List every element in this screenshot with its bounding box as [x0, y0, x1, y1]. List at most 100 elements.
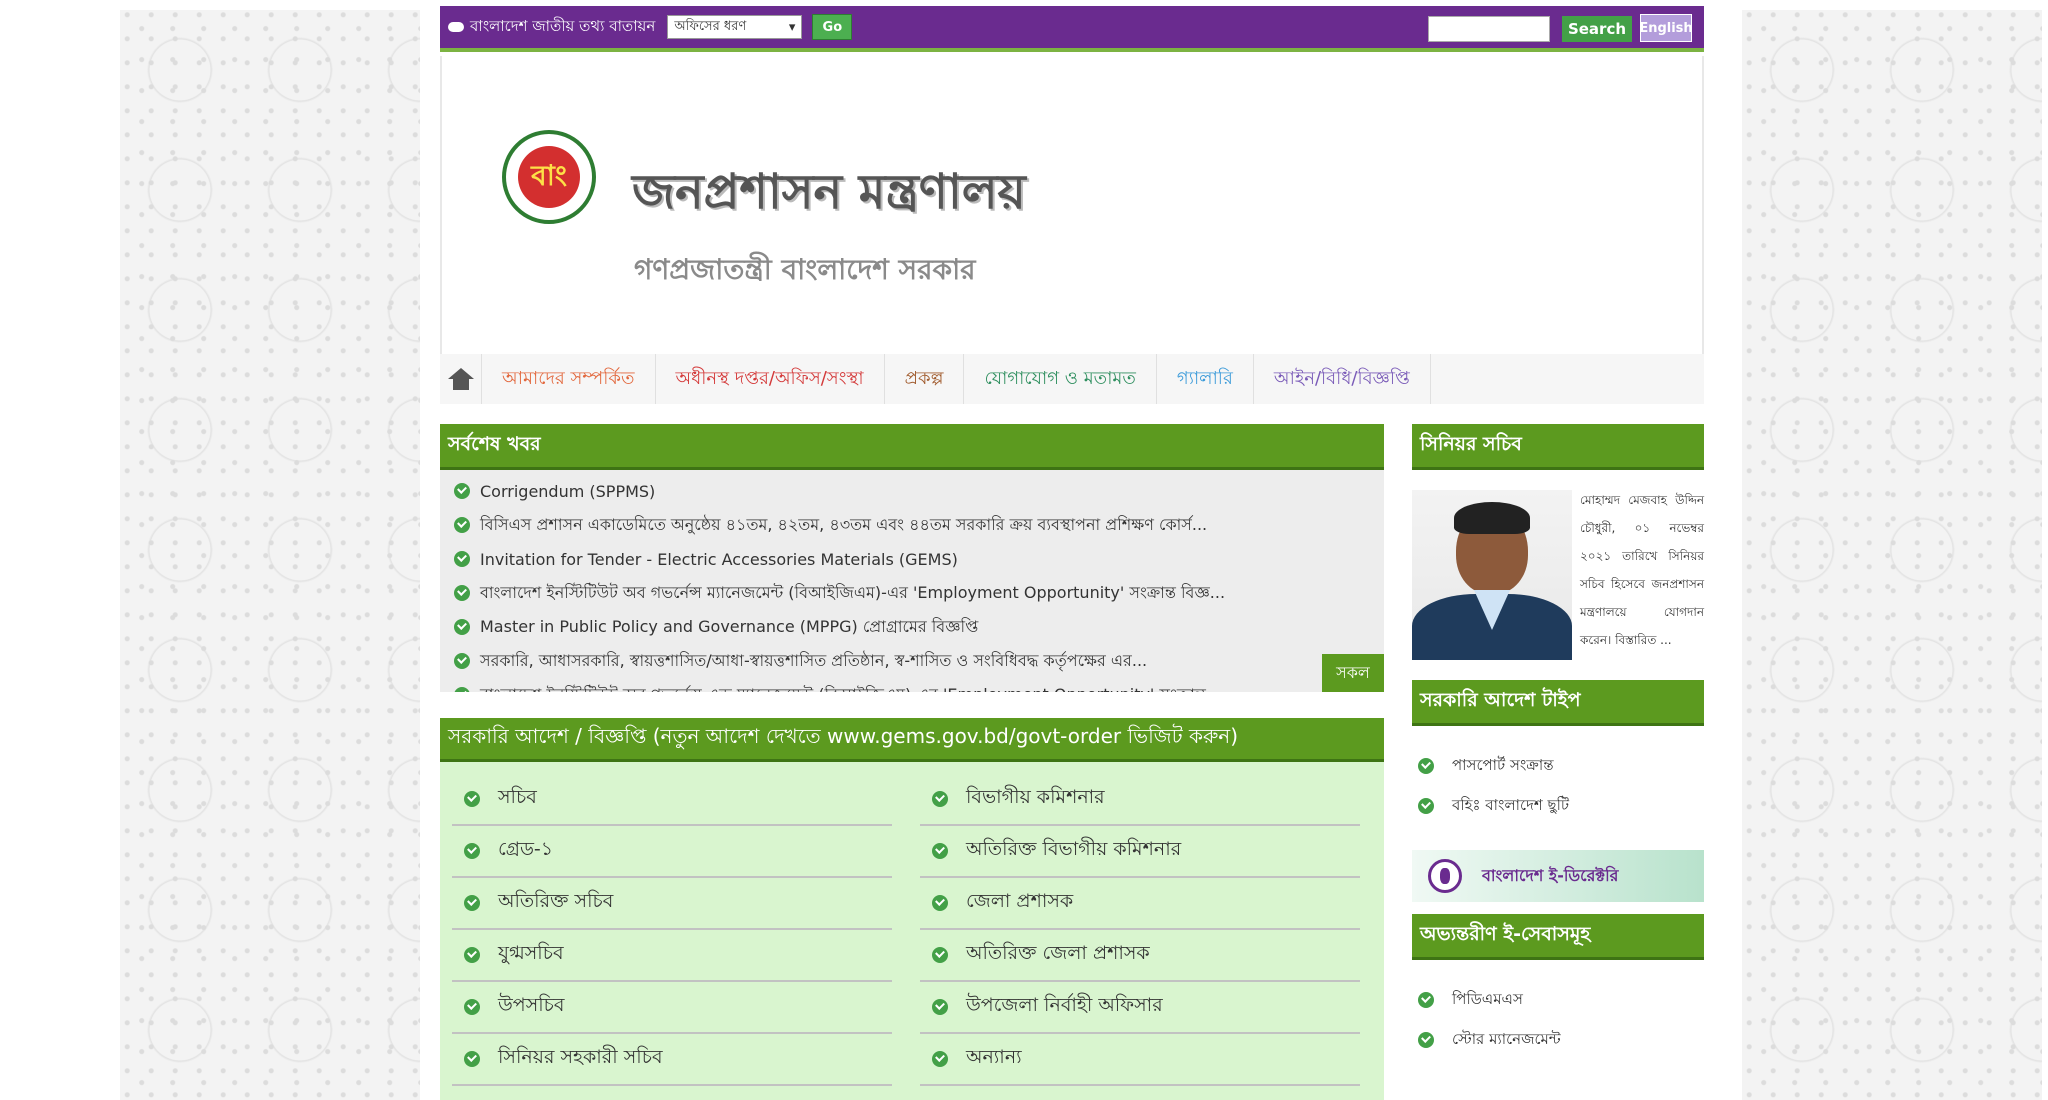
portal-label: বাংলাদেশ জাতীয় তথ্য বাতায়ন [470, 16, 656, 35]
check-circle-icon [464, 791, 480, 807]
background-pattern-left [120, 10, 420, 1100]
news-item[interactable]: Master in Public Policy and Governance (… [454, 610, 1370, 644]
check-circle-icon [454, 483, 470, 499]
link-item-label: স্টোর ম্যানেজমেন্ট [1452, 1029, 1561, 1048]
news-item[interactable]: সরকারি, আধাসরকারি, স্বায়ত্তশাসিত/আধা-স্… [454, 644, 1370, 678]
nav-item-projects[interactable]: প্রকল্প [885, 354, 965, 404]
news-item-text: Master in Public Policy and Governance (… [480, 616, 979, 636]
link-item-ex-bangladesh-leave[interactable]: বহিঃ বাংলাদেশ ছুটি [1418, 786, 1698, 826]
check-circle-icon [1418, 992, 1434, 1008]
news-item-text: Invitation for Tender - Electric Accesso… [480, 549, 958, 569]
government-orders-panel: সরকারি আদেশ / বিজ্ঞপ্তি (নতুন আদেশ দেখতে… [440, 718, 1384, 1100]
check-circle-icon [454, 585, 470, 601]
site-header: বাং জনপ্রশাসন মন্ত্রণালয় গণপ্রজাতন্ত্রী… [440, 56, 1704, 354]
main-nav: আমাদের সম্পর্কিত অধীনস্থ দপ্তর/অফিস/সংস্… [440, 354, 1704, 404]
check-circle-icon [932, 843, 948, 859]
background-pattern-right [1742, 10, 2042, 1100]
check-circle-icon [454, 551, 470, 567]
link-item-label: বহিঃ বাংলাদেশ ছুটি [1452, 795, 1570, 814]
order-item-label: অন্যান্য [966, 1046, 1022, 1068]
latest-news-title: সর্বশেষ খবর [440, 424, 1384, 470]
e-directory-banner[interactable]: বাংলাদেশ ই-ডিরেক্টরি [1412, 850, 1704, 902]
nav-item-gallery[interactable]: গ্যালারি [1157, 354, 1254, 404]
news-item[interactable]: বাংলাদেশ ইনস্টিটিউট অব গভর্নেন্স এন্ড ম্… [454, 678, 1370, 692]
senior-secretary-title: সিনিয়র সচিব [1412, 424, 1704, 470]
order-item-additional-divisional-commissioner[interactable]: অতিরিক্ত বিভাগীয় কমিশনার [920, 826, 1360, 878]
news-item[interactable]: বাংলাদেশ ইনস্টিটিউট অব গভর্নেন্স ম্যানেজ… [454, 576, 1370, 610]
english-language-button[interactable]: English [1639, 14, 1693, 42]
government-emblem[interactable]: বাং [502, 130, 596, 224]
internal-eservices-list: পিডিএমএস স্টোর ম্যানেজমেন্ট [1412, 960, 1704, 1070]
nav-item-offices[interactable]: অধীনস্থ দপ্তর/অফিস/সংস্থা [656, 354, 885, 404]
portal-link[interactable]: বাংলাদেশ জাতীয় তথ্য বাতায়ন [448, 15, 655, 40]
government-orders-grid: সচিব গ্রেড-১ অতিরিক্ত সচিব যুগ্মসচিব উপস… [440, 762, 1384, 1100]
orders-column-left: সচিব গ্রেড-১ অতিরিক্ত সচিব যুগ্মসচিব উপস… [452, 774, 904, 1088]
nav-item-laws[interactable]: আইন/বিধি/বিজ্ঞপ্তি [1254, 354, 1431, 404]
check-circle-icon [454, 517, 470, 533]
check-circle-icon [932, 1051, 948, 1067]
check-circle-icon [464, 1051, 480, 1067]
order-item-additional-secretary[interactable]: অতিরিক্ত সচিব [452, 878, 892, 930]
order-item-label: অতিরিক্ত সচিব [498, 890, 614, 912]
government-orders-title[interactable]: সরকারি আদেশ / বিজ্ঞপ্তি (নতুন আদেশ দেখতে… [440, 718, 1384, 762]
link-item-passport[interactable]: পাসপোর্ট সংক্রান্ত [1418, 746, 1698, 786]
secretary-bio[interactable]: মোহাম্মদ মেজবাহ উদ্দিন চৌধুরী, ০১ নভেম্ব… [1572, 480, 1704, 670]
order-item-others[interactable]: অন্যান্য [920, 1034, 1360, 1086]
news-item-text: Corrigendum (SPPMS) [480, 481, 656, 501]
latest-news-list[interactable]: Corrigendum (SPPMS) বিসিএস প্রশাসন একাডে… [440, 470, 1384, 692]
internal-eservices-title: অভ্যন্তরীণ ই-সেবাসমূহ [1412, 914, 1704, 960]
nav-item-about[interactable]: আমাদের সম্পর্কিত [482, 354, 656, 404]
news-item[interactable]: বিসিএস প্রশাসন একাডেমিতে অনুষ্ঠেয় ৪১তম,… [454, 508, 1370, 542]
check-circle-icon [464, 947, 480, 963]
page-container: বাংলাদেশ জাতীয় তথ্য বাতায়ন অফিসের ধরণ … [440, 6, 1704, 1100]
order-item-label: অতিরিক্ত বিভাগীয় কমিশনার [966, 838, 1182, 860]
e-directory-icon [1428, 859, 1462, 893]
link-item-label: পিডিএমএস [1452, 989, 1523, 1008]
order-item-label: গ্রেড-১ [498, 838, 554, 860]
check-circle-icon [454, 653, 470, 669]
secretary-photo [1412, 490, 1572, 660]
internal-eservices-panel: অভ্যন্তরীণ ই-সেবাসমূহ পিডিএমএস স্টোর ম্য… [1412, 914, 1704, 1070]
order-item-deputy-secretary[interactable]: উপসচিব [452, 982, 892, 1034]
all-news-button[interactable]: সকল [1322, 654, 1384, 692]
order-item-label: যুগ্মসচিব [498, 942, 564, 964]
go-button[interactable]: Go [812, 14, 853, 40]
link-item-pdms[interactable]: পিডিএমএস [1418, 980, 1698, 1020]
nav-item-contact[interactable]: যোগাযোগ ও মতামত [964, 354, 1157, 404]
gov-order-type-panel: সরকারি আদেশ টাইপ পাসপোর্ট সংক্রান্ত বহিঃ… [1412, 680, 1704, 836]
check-circle-icon [1418, 1032, 1434, 1048]
order-item-senior-assistant-secretary[interactable]: সিনিয়র সহকারী সচিব [452, 1034, 892, 1086]
order-item-uno[interactable]: উপজেলা নির্বাহী অফিসার [920, 982, 1360, 1034]
search-button[interactable]: Search [1562, 16, 1632, 42]
search-input[interactable] [1428, 16, 1550, 42]
order-item-joint-secretary[interactable]: যুগ্মসচিব [452, 930, 892, 982]
check-circle-icon [932, 895, 948, 911]
order-item-deputy-commissioner[interactable]: জেলা প্রশাসক [920, 878, 1360, 930]
check-circle-icon [932, 791, 948, 807]
news-item-text: বাংলাদেশ ইনস্টিটিউট অব গভর্নেন্স ম্যানেজ… [480, 582, 1226, 602]
check-circle-icon [464, 999, 480, 1015]
senior-secretary-body: মোহাম্মদ মেজবাহ উদ্দিন চৌধুরী, ০১ নভেম্ব… [1412, 470, 1704, 670]
home-button[interactable] [440, 354, 482, 404]
check-circle-icon [1418, 798, 1434, 814]
check-circle-icon [464, 895, 480, 911]
order-item-additional-deputy-commissioner[interactable]: অতিরিক্ত জেলা প্রশাসক [920, 930, 1360, 982]
office-type-select[interactable]: অফিসের ধরণ ▾ [667, 15, 803, 39]
news-item[interactable]: Invitation for Tender - Electric Accesso… [454, 542, 1370, 576]
order-item-label: অতিরিক্ত জেলা প্রশাসক [966, 942, 1150, 964]
latest-news-panel: সর্বশেষ খবর Corrigendum (SPPMS) বিসিএস প… [440, 424, 1384, 694]
check-circle-icon [932, 947, 948, 963]
order-item-grade-1[interactable]: গ্রেড-১ [452, 826, 892, 878]
news-item-text: সরকারি, আধাসরকারি, স্বায়ত্তশাসিত/আধা-স্… [480, 650, 1148, 670]
check-circle-icon [454, 619, 470, 635]
news-item[interactable]: Corrigendum (SPPMS) [454, 474, 1370, 508]
order-item-divisional-commissioner[interactable]: বিভাগীয় কমিশনার [920, 774, 1360, 826]
order-item-label: সচিব [498, 786, 537, 808]
office-type-value: অফিসের ধরণ [674, 18, 747, 34]
link-item-store-management[interactable]: স্টোর ম্যানেজমেন্ট [1418, 1020, 1698, 1060]
check-circle-icon [454, 687, 470, 692]
emblem-map: বাং [518, 146, 580, 208]
order-item-secretary[interactable]: সচিব [452, 774, 892, 826]
top-bar: বাংলাদেশ জাতীয় তথ্য বাতায়ন অফিসের ধরণ … [440, 6, 1704, 52]
check-circle-icon [464, 843, 480, 859]
